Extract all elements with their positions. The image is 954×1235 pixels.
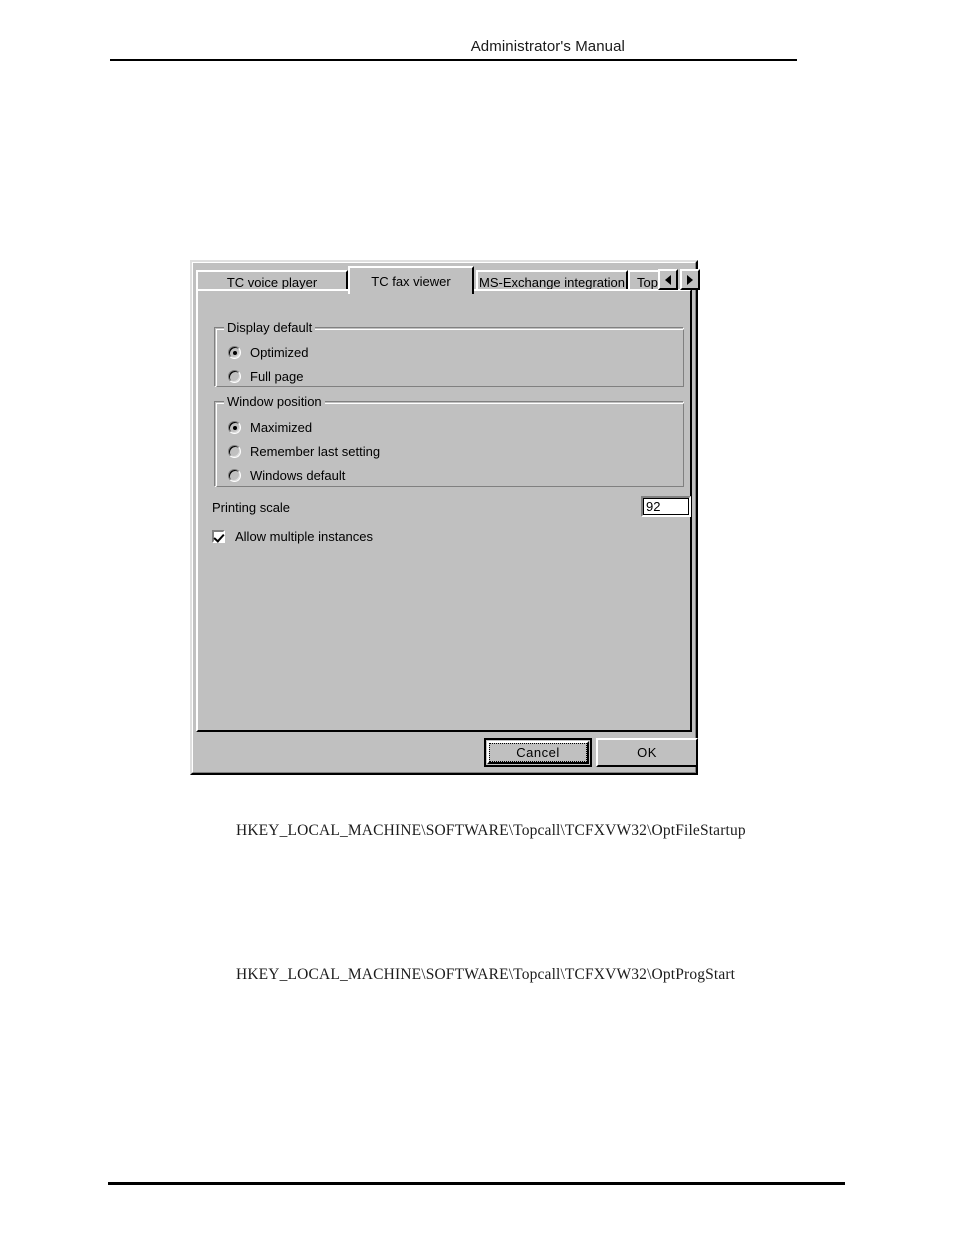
- tab-page-panel: Display default Optimized Full page Wind…: [196, 289, 692, 732]
- radio-windows-default[interactable]: Windows default: [228, 468, 345, 483]
- ok-button[interactable]: OK: [596, 738, 698, 767]
- radio-full-page[interactable]: Full page: [228, 369, 303, 384]
- group-title-display-default: Display default: [224, 320, 316, 335]
- radio-maximized[interactable]: Maximized: [228, 420, 312, 435]
- tab-label: MS-Exchange integration: [479, 274, 625, 290]
- radio-remember-last-setting[interactable]: Remember last setting: [228, 444, 380, 459]
- registry-path-optprogstart: HKEY_LOCAL_MACHINE\SOFTWARE\Topcall\TCFX…: [236, 966, 736, 983]
- cancel-button[interactable]: Cancel: [487, 741, 589, 764]
- page-header-title: Administrator's Manual: [470, 38, 625, 55]
- checkbox-label: Allow multiple instances: [235, 529, 374, 544]
- tab-scroll-left-button[interactable]: [658, 269, 678, 290]
- tab-scroll-right-button[interactable]: [680, 269, 700, 290]
- radio-indicator-icon: [228, 421, 241, 434]
- dialog-button-bar: Cancel OK: [196, 735, 698, 771]
- radio-indicator-icon: [228, 370, 241, 383]
- printing-scale-label: Printing scale: [212, 500, 291, 515]
- radio-optimized[interactable]: Optimized: [228, 345, 309, 360]
- triangle-left-icon: [665, 274, 671, 285]
- radio-label: Full page: [250, 369, 304, 384]
- cancel-button-default-frame: Cancel: [484, 738, 592, 767]
- tab-label: TC voice player: [226, 274, 318, 290]
- radio-label: Optimized: [250, 345, 309, 360]
- registry-path-optfilestartup: HKEY_LOCAL_MACHINE\SOFTWARE\Topcall\TCFX…: [236, 822, 746, 839]
- ok-button-label: OK: [637, 745, 657, 760]
- dialog-inner-frame: TC voice player TC fax viewer MS-Exchang…: [192, 262, 700, 773]
- radio-label: Remember last setting: [250, 444, 381, 459]
- radio-label: Maximized: [250, 420, 313, 435]
- radio-indicator-icon: [228, 445, 241, 458]
- radio-label: Windows default: [250, 468, 346, 483]
- radio-indicator-icon: [228, 346, 241, 359]
- tab-tc-fax-viewer[interactable]: TC fax viewer: [348, 266, 474, 294]
- printing-scale-input[interactable]: [641, 496, 691, 517]
- group-title-window-position: Window position: [224, 394, 325, 409]
- checkbox-allow-multiple-instances[interactable]: Allow multiple instances: [212, 529, 373, 544]
- page-footer-rule: [108, 1182, 845, 1185]
- tc-fax-viewer-settings-dialog: TC voice player TC fax viewer MS-Exchang…: [190, 260, 700, 775]
- cancel-button-label: Cancel: [516, 745, 560, 760]
- checkbox-indicator-icon: [212, 530, 225, 543]
- page-header: Administrator's Manual: [110, 38, 797, 61]
- tab-label: TC fax viewer: [371, 273, 451, 289]
- radio-indicator-icon: [228, 469, 241, 482]
- triangle-right-icon: [687, 274, 693, 285]
